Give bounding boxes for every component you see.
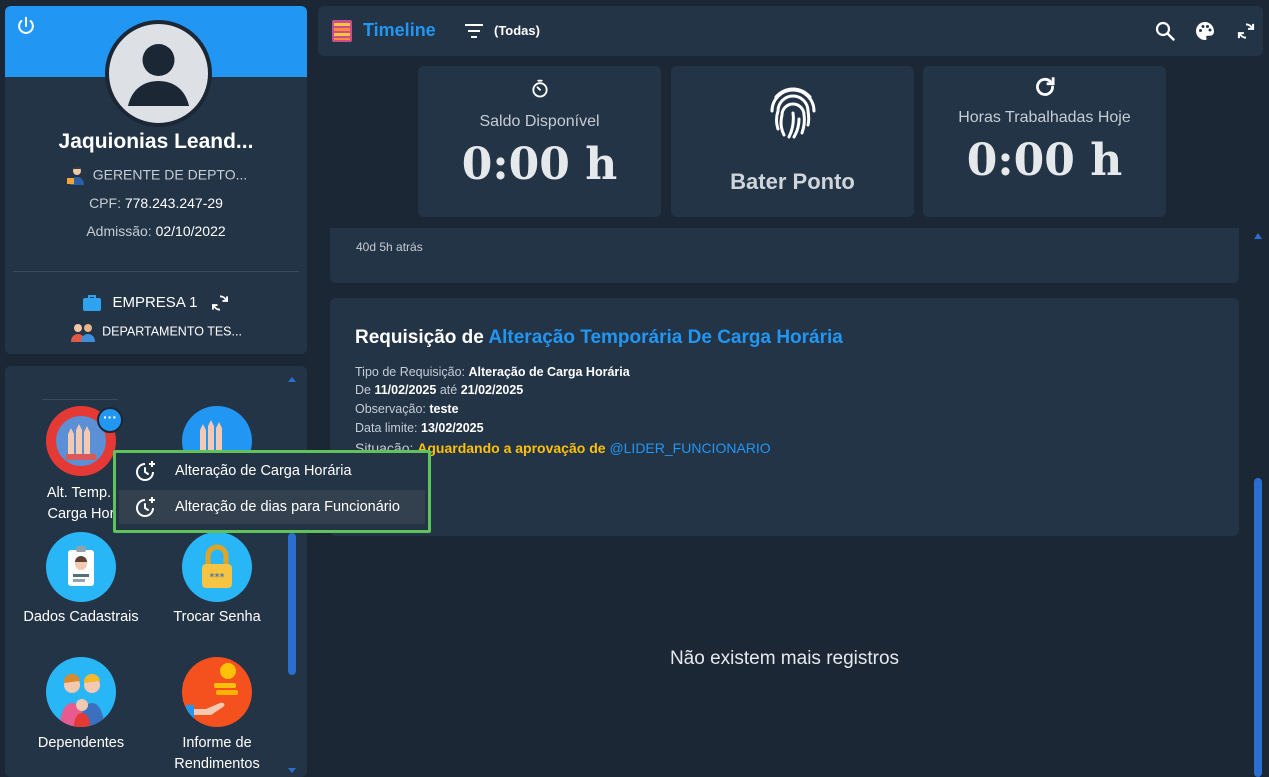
- cpf-value: 778.243.247-29: [124, 195, 223, 211]
- team-icon: [71, 324, 96, 342]
- divider: [42, 399, 118, 400]
- request-period: De 11/02/2025 até 21/02/2025: [355, 383, 524, 397]
- timeline-card: [330, 228, 1239, 283]
- user-silhouette-icon: [128, 44, 189, 106]
- divider: [13, 271, 299, 272]
- balance-card: Saldo Disponível 0:00 h: [418, 66, 661, 217]
- company-name: EMPRESA 1: [112, 293, 198, 311]
- user-role-text: GERENTE DE DEPTO...: [92, 166, 248, 183]
- padlock-icon: ***: [202, 544, 232, 588]
- request-title: Requisição de Alteração Temporária De Ca…: [355, 327, 843, 348]
- status-user-link[interactable]: @LIDER_FUNCIONARIO: [609, 440, 770, 456]
- admission-label: Admissão:: [86, 223, 152, 239]
- profile-card: Jaquionias Leand... GERENTE DE DEPTO... …: [5, 6, 307, 354]
- id-badge-icon: [68, 546, 94, 586]
- menu-item-dados-icon[interactable]: [46, 532, 116, 602]
- menu-item-dependentes-label[interactable]: Dependentes: [11, 733, 151, 754]
- scroll-down-arrow-icon[interactable]: [286, 766, 298, 776]
- cpf-line: CPF: 778.243.247-29: [5, 195, 307, 211]
- menu-item-dados-label[interactable]: Dados Cadastrais: [11, 607, 151, 628]
- menu-item-senha-label[interactable]: Trocar Senha: [147, 607, 287, 628]
- app-title: Timeline: [363, 20, 436, 40]
- scroll-up-arrow-icon[interactable]: [286, 374, 298, 384]
- user-role: GERENTE DE DEPTO...: [5, 165, 307, 187]
- filter-label[interactable]: (Todas): [494, 23, 540, 38]
- menu-item-informe-icon[interactable]: [182, 657, 252, 727]
- popup-item-carga-horaria[interactable]: Alteração de Carga Horária: [119, 454, 425, 488]
- request-type: Tipo de Requisição: Alteração de Carga H…: [355, 365, 630, 379]
- request-observation: Observação: teste: [355, 402, 459, 416]
- menu-item-dependentes-icon[interactable]: [46, 657, 116, 727]
- main-scrollbar-thumb[interactable]: [1254, 478, 1262, 777]
- svg-text:***: ***: [210, 572, 225, 583]
- company-line[interactable]: EMPRESA 1: [5, 293, 307, 313]
- search-icon[interactable]: [1155, 21, 1175, 41]
- refresh-icon: [1036, 77, 1055, 96]
- top-bar: [318, 6, 1263, 56]
- popup-item-label: Alteração de Carga Horária: [175, 463, 352, 479]
- avatar[interactable]: [105, 20, 212, 127]
- more-options-button[interactable]: ···: [97, 407, 123, 433]
- timer-icon: [532, 79, 548, 98]
- menu-item-informe-label[interactable]: Informe de Rendimentos: [147, 733, 287, 775]
- admission-line: Admissão: 02/10/2022: [5, 223, 307, 239]
- menu-scrollbar-thumb[interactable]: [288, 533, 296, 675]
- hours-today-card: Horas Trabalhadas Hoje 0:00 h: [923, 66, 1166, 217]
- timeline-logo-icon: [332, 20, 352, 42]
- family-icon: [60, 673, 104, 727]
- cpf-label: CPF:: [89, 195, 121, 211]
- fingerprint-icon: [770, 87, 816, 139]
- scroll-up-arrow-icon[interactable]: [1253, 231, 1263, 241]
- popup-item-dias-funcionario[interactable]: Alteração de dias para Funcionário: [119, 490, 425, 524]
- refresh-icon[interactable]: [1236, 21, 1256, 41]
- clock-plus-icon: [136, 497, 155, 517]
- balance-value: 0:00 h: [461, 139, 618, 190]
- hours-today-title: Horas Trabalhadas Hoje: [958, 109, 1131, 126]
- menu-item-senha-icon[interactable]: ***: [182, 532, 252, 602]
- swap-company-icon[interactable]: [210, 293, 230, 313]
- power-icon[interactable]: [15, 15, 37, 37]
- user-name: Jaquionias Leand...: [58, 130, 254, 153]
- department-name: DEPARTAMENTO TES...: [102, 324, 242, 339]
- empty-message: Não existem mais registros: [669, 648, 900, 669]
- clock-in-card[interactable]: Bater Ponto: [671, 66, 914, 217]
- timeline-time-ago: 40d 5h atrás: [356, 240, 423, 254]
- department-line: DEPARTAMENTO TES...: [5, 322, 307, 342]
- coin-hand-icon: [186, 663, 238, 719]
- request-type-popup: Alteração de Carga Horária Alteração de …: [113, 450, 431, 533]
- clock-plus-icon: [136, 461, 155, 481]
- request-deadline: Data limite: 13/02/2025: [355, 421, 484, 435]
- briefcase-icon: [83, 295, 102, 311]
- manager-icon: [66, 167, 84, 185]
- balance-title: Saldo Disponível: [479, 113, 600, 130]
- filter-icon[interactable]: [465, 23, 483, 39]
- hours-today-value: 0:00 h: [966, 135, 1123, 186]
- clock-in-title: Bater Ponto: [730, 169, 855, 194]
- admission-value: 02/10/2022: [155, 223, 226, 239]
- palette-icon[interactable]: [1195, 21, 1215, 41]
- popup-item-label: Alteração de dias para Funcionário: [175, 499, 400, 515]
